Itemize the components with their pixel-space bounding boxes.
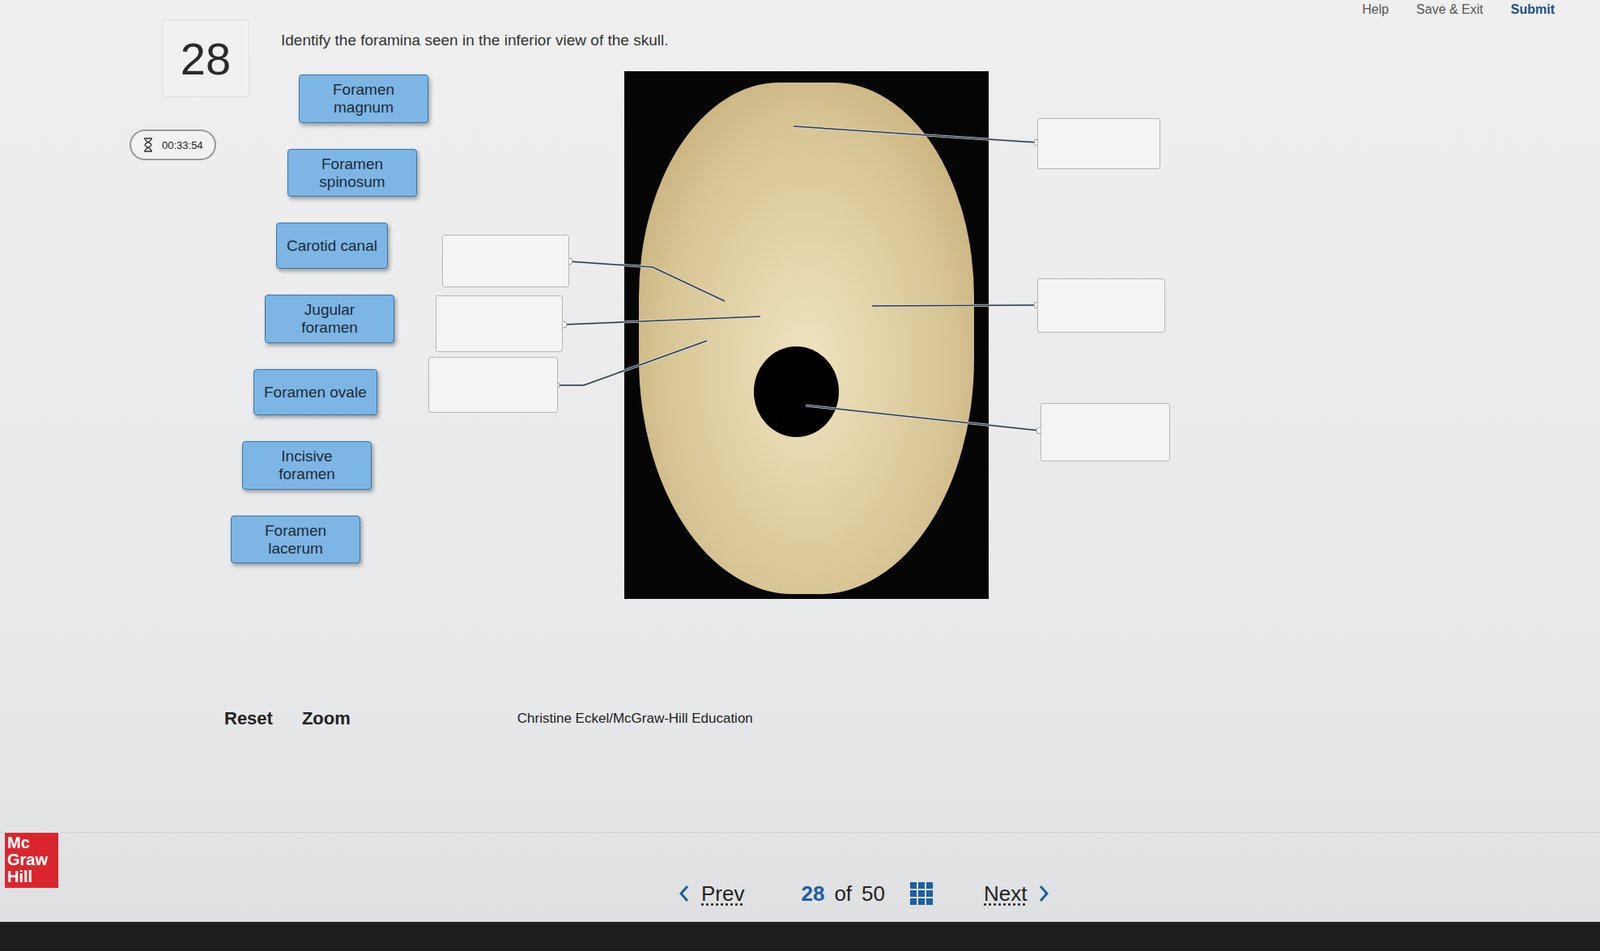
drag-label[interactable]: Incisive foramen bbox=[242, 441, 372, 490]
prev-label[interactable]: Prev bbox=[701, 881, 745, 907]
next-label[interactable]: Next bbox=[983, 881, 1027, 907]
chevron-left-icon bbox=[678, 885, 690, 903]
next-button[interactable]: Next bbox=[983, 881, 1050, 907]
drag-label[interactable]: Foramen magnum bbox=[298, 74, 429, 124]
label-bank: Foramen magnum Foramen spinosum Carotid ca… bbox=[267, 71, 443, 606]
header-link[interactable]: Submit bbox=[1510, 2, 1555, 18]
leader-line bbox=[872, 305, 1038, 307]
header-link[interactable]: Save & Exit bbox=[1416, 2, 1484, 18]
drag-label[interactable]: Foramen lacerum bbox=[230, 515, 361, 565]
foramen-magnum-hole bbox=[753, 346, 839, 438]
page-count: 28 of 50 bbox=[800, 881, 886, 907]
quiz-page: Help Save & Exit Submit 28 00:33:54 Identify … bbox=[0, 0, 1600, 951]
leader-line bbox=[805, 405, 1040, 431]
timer: 00:33:54 bbox=[129, 129, 217, 161]
drop-zone[interactable] bbox=[435, 295, 563, 353]
leader-line bbox=[569, 261, 725, 302]
footer: McGrawHill Prev 28 of 50 Next bbox=[0, 832, 1600, 923]
drop-zone[interactable] bbox=[1040, 403, 1171, 462]
skull-shape bbox=[638, 82, 975, 595]
skull-diagram bbox=[442, 71, 1179, 606]
drop-zone[interactable] bbox=[1037, 118, 1161, 170]
leader-line bbox=[805, 405, 1040, 431]
question-number: 28 bbox=[161, 19, 250, 98]
tool-button[interactable]: Reset bbox=[224, 708, 273, 730]
top-bar: Help Save & Exit Submit bbox=[0, 0, 1600, 20]
mcgraw-hill-logo: McGrawHill bbox=[4, 833, 59, 889]
hourglass-icon bbox=[142, 137, 154, 153]
leader-line bbox=[556, 340, 707, 386]
leader-line bbox=[563, 316, 761, 325]
tool-button[interactable]: Zoom bbox=[302, 708, 351, 730]
leader-line bbox=[793, 126, 1038, 143]
drag-label[interactable]: Foramen ovale bbox=[253, 369, 378, 416]
chevron-right-icon bbox=[1038, 885, 1050, 903]
skull-photo bbox=[624, 71, 989, 600]
drag-label[interactable]: Carotid canal bbox=[276, 222, 388, 269]
tools-row: Reset Zoom Christine Eckel/McGraw-Hill Edu… bbox=[0, 708, 1600, 730]
work-area: Foramen magnum Foramen spinosum Carotid ca… bbox=[267, 71, 1179, 606]
grid-icon[interactable] bbox=[909, 881, 934, 907]
drag-label[interactable]: Foramen spinosum bbox=[287, 148, 418, 198]
header-link[interactable]: Help bbox=[1361, 2, 1389, 18]
leader-line bbox=[793, 126, 1038, 143]
leader-line bbox=[872, 305, 1038, 307]
drop-zone[interactable] bbox=[1037, 278, 1166, 333]
of-label: of bbox=[834, 881, 852, 907]
screen-bezel bbox=[0, 922, 1600, 951]
current-page: 28 bbox=[800, 881, 825, 907]
question-prompt: Identify the foramina seen in the inferi… bbox=[267, 30, 1179, 51]
logo-text: Mc bbox=[7, 834, 56, 852]
drop-zone[interactable] bbox=[428, 357, 558, 413]
leader-line bbox=[563, 316, 761, 325]
leader-line bbox=[569, 261, 725, 302]
question-area: 28 00:33:54 Identify the foramina seen in … bbox=[0, 19, 1600, 606]
pagination: Prev 28 of 50 Next bbox=[678, 881, 1050, 907]
image-credit: Christine Eckel/McGraw-Hill Education bbox=[517, 710, 754, 728]
logo-text: Graw bbox=[7, 851, 56, 869]
drop-zone[interactable] bbox=[442, 234, 570, 288]
timer-value: 00:33:54 bbox=[161, 139, 204, 152]
leader-line bbox=[556, 340, 707, 386]
prev-button[interactable]: Prev bbox=[678, 881, 745, 907]
question-content: Identify the foramina seen in the inferi… bbox=[267, 19, 1179, 606]
logo-text: Hill bbox=[7, 868, 56, 886]
drag-label[interactable]: Jugular foramen bbox=[264, 294, 395, 344]
total-pages: 50 bbox=[861, 881, 886, 907]
question-meta: 28 00:33:54 bbox=[0, 19, 268, 606]
